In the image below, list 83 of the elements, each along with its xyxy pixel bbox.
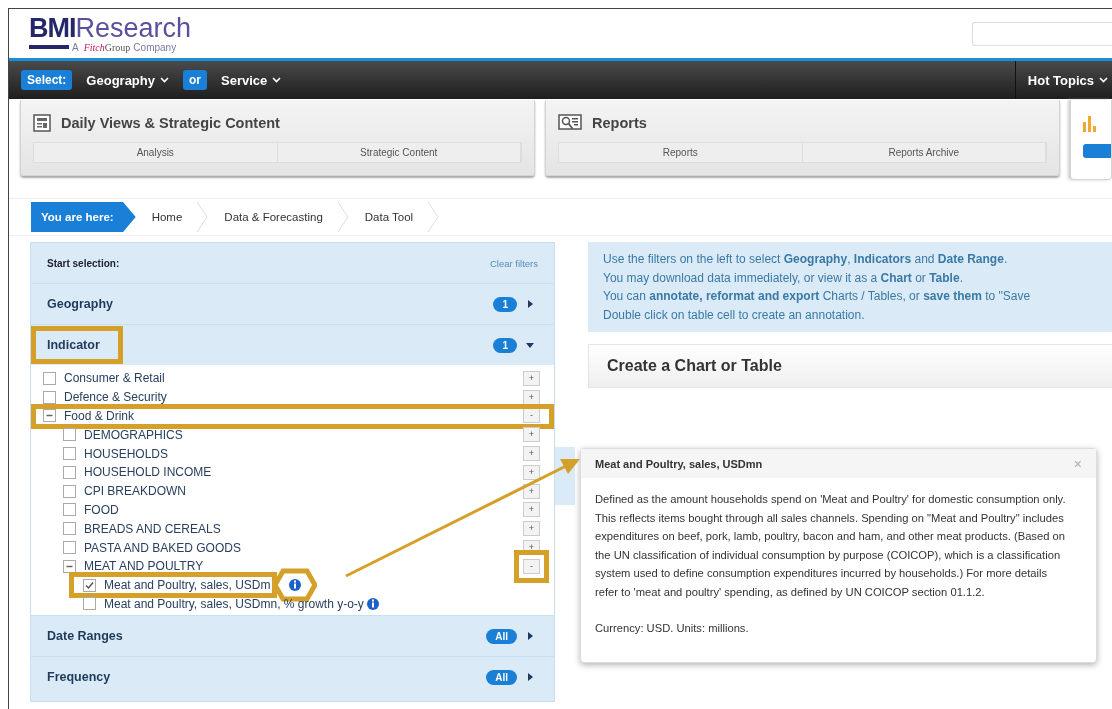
report-search-icon — [558, 114, 582, 132]
caret-icon — [1099, 77, 1108, 83]
tab-card[interactable] — [1070, 100, 1112, 180]
tooltip-text: Currency: USD. Units: millions. — [595, 621, 750, 636]
nav-menu[interactable]: Geography — [82, 72, 173, 88]
checkbox[interactable] — [63, 428, 76, 442]
tree-item[interactable]: HOUSEHOLDS — [84, 446, 169, 461]
section-title[interactable]: Frequency — [47, 670, 111, 684]
count-badge: All — [486, 669, 517, 685]
section-title[interactable]: Date Ranges — [47, 629, 123, 643]
subtab[interactable]: Analysis — [34, 143, 278, 162]
section-title[interactable]: Indicator — [47, 338, 100, 352]
count-badge: All — [486, 628, 517, 644]
caret-icon — [160, 77, 169, 83]
caret-icon[interactable] — [526, 632, 534, 640]
tree-item[interactable]: DEMOGRAPHICS — [84, 427, 183, 442]
expand-toggle[interactable]: + — [523, 464, 540, 480]
search-field[interactable] — [972, 21, 1112, 46]
checkbox[interactable] — [63, 522, 76, 536]
tooltip-text: Defined as the amount households spend on 'Meat and Poultry' for domestic consumption only. This reflects items bought through all sales channels. Spending on "Meat and Poultry" includes expenditures on beef, pork, lamb, poultry, bacon and ham, and other meat products. (Based on the UN classification of individual consumption by purpose (COICOP), which is a classification system used to define consumption expenditures incurred by households.) For more details refer to 'meat and poultry' spending, as defined by UN COICOP section 01.1.2. — [595, 492, 1067, 600]
bar-chart-icon — [1083, 114, 1099, 132]
card-title[interactable]: Reports — [592, 115, 647, 131]
tree-item[interactable]: FOOD — [84, 502, 119, 517]
tree-item[interactable]: Meat and Poultry, sales, USDmn, % growth y-o-y — [104, 596, 364, 611]
info-text: Use the filters on the left to select Geography, Indicators and Date Range. — [603, 251, 1009, 268]
checkbox[interactable] — [43, 371, 56, 385]
caret-icon[interactable] — [526, 341, 534, 349]
tree-item[interactable]: BREADS AND CEREALS — [84, 521, 221, 536]
info-text: Double click on table cell to create an annotation. — [603, 306, 866, 324]
panel-title: Create a Chart or Table — [607, 357, 782, 375]
expand-toggle[interactable]: + — [523, 446, 540, 462]
breadcrumb-link[interactable]: Data Tool — [348, 211, 428, 223]
info-text: You can annotate, reformat and export Charts / Tables, or save them to "Save — [603, 288, 1032, 305]
subtab[interactable]: Strategic Content — [277, 143, 521, 162]
caret-icon — [272, 77, 282, 83]
checkbox[interactable] — [63, 447, 76, 461]
count-badge: 1 — [493, 296, 517, 312]
card-title[interactable]: Daily Views & Strategic Content — [61, 115, 280, 131]
nav-badge: or — [183, 70, 207, 90]
expand-toggle[interactable]: + — [523, 502, 540, 518]
checkbox[interactable] — [63, 503, 76, 517]
panel-title: Start selection: — [47, 257, 120, 269]
section-title[interactable]: Geography — [47, 297, 113, 311]
checkbox[interactable] — [83, 597, 96, 611]
count-badge: 1 — [493, 337, 517, 353]
breadcrumb-link[interactable]: Home — [135, 211, 197, 223]
tree-item[interactable]: PASTA AND BAKED GOODS — [84, 540, 241, 555]
breadcrumb-link[interactable]: Data & Forecasting — [208, 211, 337, 223]
nav-menu[interactable]: Service — [217, 72, 286, 88]
checkbox[interactable] — [83, 578, 96, 592]
checkbox[interactable] — [63, 465, 76, 479]
tree-item[interactable]: Consumer & Retail — [64, 371, 165, 386]
expand-toggle[interactable]: + — [523, 427, 540, 443]
info-icon[interactable] — [366, 597, 379, 610]
document-icon — [33, 114, 51, 132]
expand-toggle[interactable]: + — [523, 521, 540, 537]
breadcrumb-label: You are here: — [31, 202, 136, 232]
checkbox[interactable] — [63, 484, 76, 498]
subtab[interactable]: Reports Archive — [802, 143, 1046, 162]
checkbox[interactable] — [43, 390, 56, 404]
expand-toggle[interactable]: + — [523, 389, 540, 405]
checkbox[interactable] — [43, 409, 56, 423]
checkbox[interactable] — [63, 541, 76, 555]
info-text: You may download data immediately, or view it as a Chart or Table. — [603, 269, 964, 287]
chevron-icon — [427, 202, 440, 232]
subtab[interactable]: Reports — [559, 143, 803, 162]
nav-badge: Select: — [21, 70, 73, 90]
expand-toggle[interactable]: - — [523, 558, 540, 574]
caret-icon[interactable] — [526, 300, 534, 308]
tree-item[interactable]: Defence & Security — [64, 390, 167, 405]
chevron-icon — [336, 202, 349, 232]
tree-item[interactable]: HOUSEHOLD INCOME — [84, 465, 212, 480]
tree-item[interactable]: Food & Drink — [64, 409, 135, 423]
tree-item[interactable]: CPI BREAKDOWN — [84, 484, 186, 499]
tree-item[interactable]: Meat and Poultry, sales, USDm — [104, 578, 271, 593]
tree-item[interactable]: MEAT AND POULTRY — [84, 559, 204, 574]
checkbox[interactable] — [63, 559, 76, 573]
tooltip-title: Meat and Poultry, sales, USDmn — [595, 457, 763, 470]
caret-icon[interactable] — [526, 673, 534, 681]
expand-toggle[interactable]: + — [523, 370, 540, 386]
company-logo[interactable]: BMIResearch A FitchGroup Company — [29, 14, 192, 53]
chevron-icon — [196, 202, 209, 232]
hot-topics-menu[interactable]: Hot Topics — [1014, 61, 1112, 99]
